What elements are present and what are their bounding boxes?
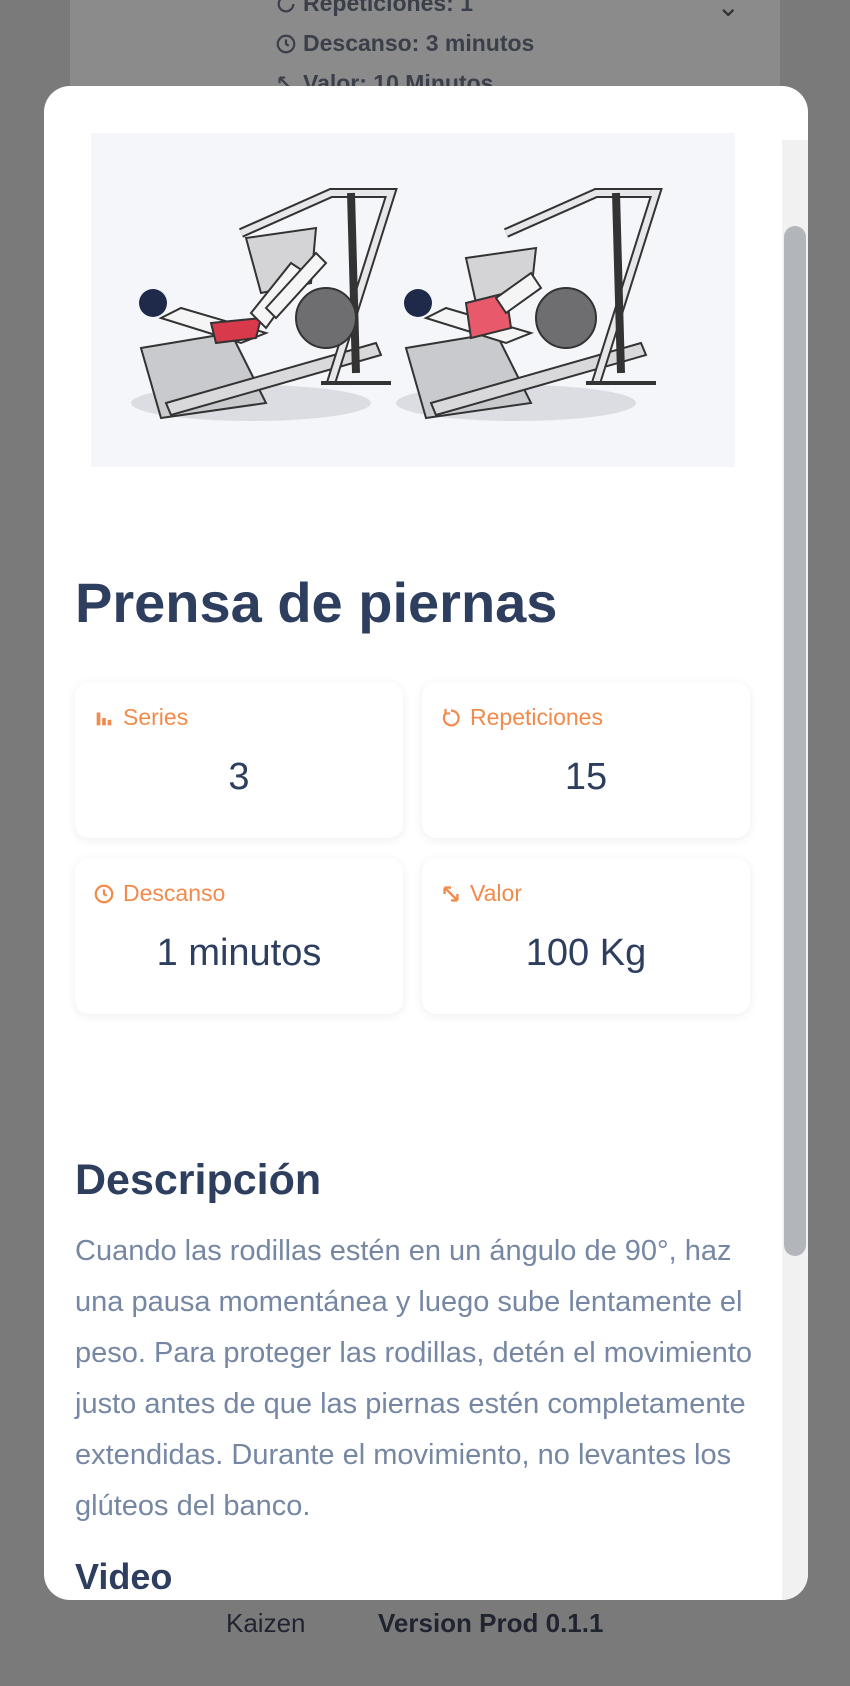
- stat-value-repetitions: 15: [564, 756, 608, 798]
- stat-card-value: Valor 100 Kg: [422, 858, 750, 1014]
- stat-card-repetitions: Repeticiones 15: [422, 682, 750, 838]
- stat-value-rest: 1 minutos: [156, 932, 322, 974]
- exercise-title: Prensa de piernas: [75, 571, 558, 634]
- leg-press-illustration: [131, 188, 663, 421]
- leg-press-figure-left: [131, 188, 398, 421]
- chevron-down-icon[interactable]: ⌄: [717, 0, 740, 23]
- stat-value-series: 3: [228, 756, 250, 798]
- leg-press-figure-right: [396, 188, 663, 421]
- description-text: Cuando las rodillas estén en un ángulo d…: [75, 1235, 753, 1522]
- stat-card-rest: Descanso 1 minutos: [75, 858, 403, 1014]
- refresh-icon: [277, 0, 295, 12]
- footer-version: Version Prod 0.1.1: [378, 1608, 604, 1638]
- stat-value-value: 100 Kg: [525, 932, 647, 974]
- bar-chart-icon: [96, 712, 112, 725]
- exercise-image: [91, 133, 735, 467]
- clock-icon: [276, 34, 296, 53]
- arrows-diagonal-icon: [443, 885, 459, 902]
- description-heading: Descripción: [75, 1156, 322, 1204]
- video-heading: Video: [75, 1556, 173, 1597]
- stat-label-rest: Descanso: [93, 880, 225, 907]
- clock-icon: [94, 884, 114, 903]
- stat-card-series: Series 3: [75, 682, 403, 838]
- stat-label-series: Series: [93, 704, 188, 731]
- refresh-icon: [442, 708, 460, 726]
- scrollbar-thumb[interactable]: [784, 226, 806, 1256]
- exercise-detail-modal: Prensa de piernas Series 3 Repeticiones …: [44, 86, 808, 1600]
- background-row-repetitions: Repeticiones: 1: [275, 0, 473, 17]
- stat-label-repetitions: Repeticiones: [440, 704, 603, 731]
- background-row-rest: Descanso: 3 minutos: [275, 30, 534, 57]
- footer: Kaizen Version Prod 0.1.1: [0, 1598, 850, 1638]
- stat-label-value: Valor: [440, 880, 522, 907]
- footer-brand: Kaizen: [226, 1608, 306, 1638]
